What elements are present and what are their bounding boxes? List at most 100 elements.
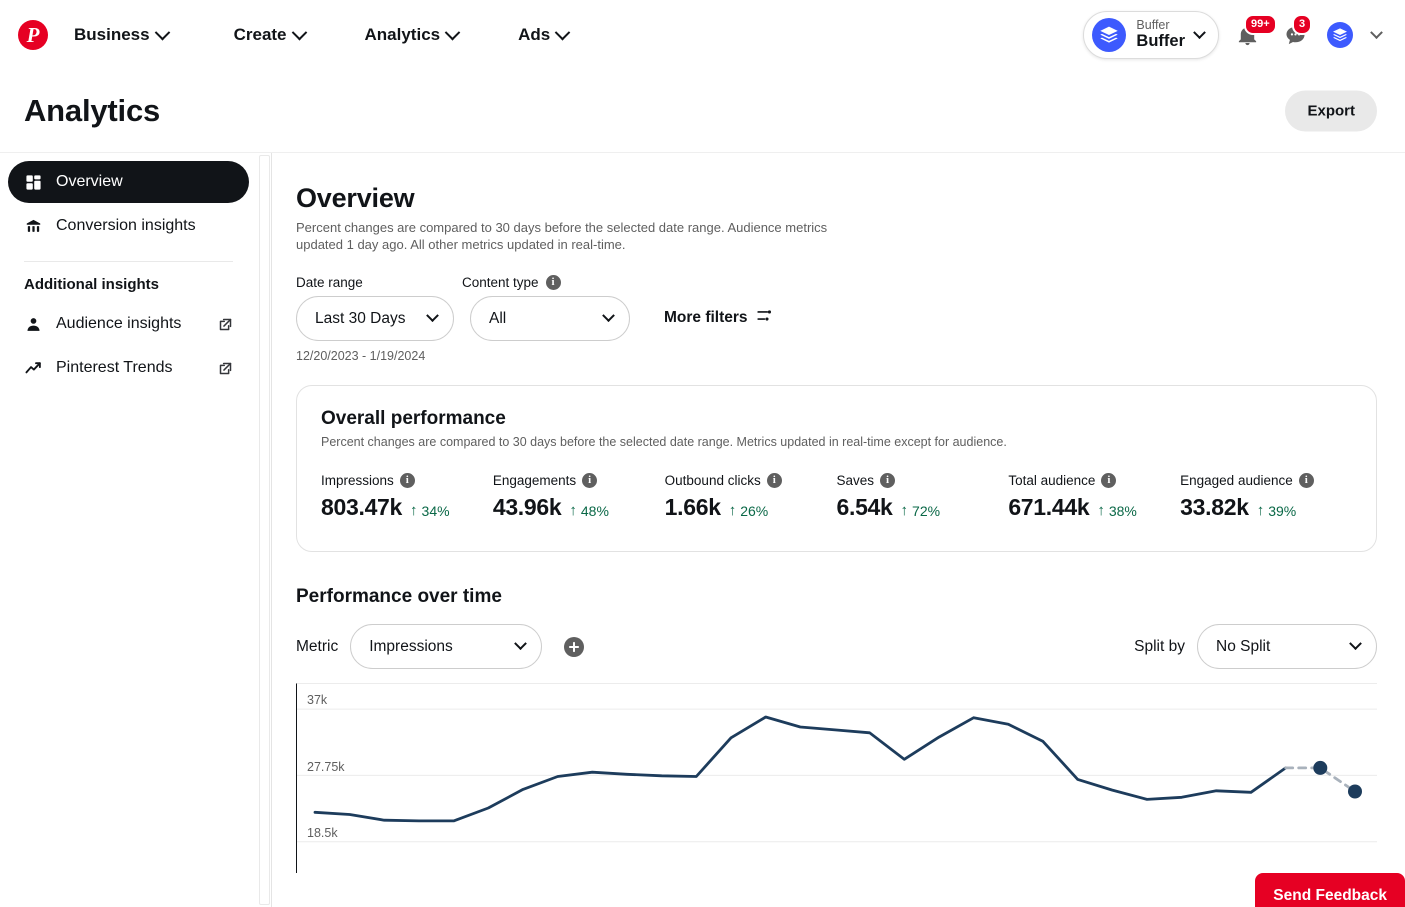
sidebar-item-audience-insights-label: Audience insights [56,315,182,332]
overall-performance-subtitle: Percent changes are compared to 30 days … [321,435,1007,450]
nav-item-business-label: Business [74,25,150,44]
metric-saves: Saves i 6.54k ↑ 72% [836,473,1008,521]
metric-value: 671.44k [1008,494,1090,521]
sidebar-section-heading: Additional insights [24,276,159,293]
nav-item-ads[interactable]: Ads [504,17,582,53]
avatar[interactable] [1327,22,1353,48]
page-body: Overview Conversion insights Additional … [0,152,1405,907]
metric-delta: ↑ 39% [1257,503,1297,519]
info-icon[interactable]: i [399,473,415,489]
sidebar-item-overview[interactable]: Overview [8,161,249,203]
buffer-layers-icon [1092,18,1127,52]
up-arrow-icon: ↑ [1256,502,1265,520]
metric-label: Engaged audience [1180,473,1293,489]
metric-value: 33.82k [1180,494,1249,521]
date-range-select[interactable]: Last 30 Days [296,296,454,342]
more-filters-button[interactable]: More filters [664,307,773,329]
content-type-label: Content type i [462,275,630,291]
metric-delta: ↑ 26% [729,503,769,519]
metric-delta-value: 34% [421,502,450,519]
up-arrow-icon: ↑ [900,502,909,520]
main-content: Overview Percent changes are compared to… [272,153,1405,907]
split-by-group: Split by No Split [1134,624,1377,670]
account-menu-button[interactable] [1363,22,1389,48]
chevron-down-icon [602,309,615,323]
sidebar: Overview Conversion insights Additional … [0,153,257,907]
metric-value-row: 671.44k ↑ 38% [1008,494,1180,521]
content-type-label-text: Content type [462,275,539,291]
info-icon[interactable]: i [1101,473,1117,489]
metric-label: Engagements [492,473,577,489]
metric-select-value: Impressions [369,637,453,655]
pinterest-logo-icon[interactable]: P [18,20,48,50]
metric-value-row: 6.54k ↑ 72% [836,494,1008,521]
chevron-down-icon [444,24,461,40]
nav-item-business[interactable]: Business [60,17,182,53]
scrollbar-track[interactable] [259,155,270,905]
account-name-bold: Buffer [1136,31,1185,50]
nav-item-create[interactable]: Create [220,17,319,53]
info-icon[interactable]: i [545,275,561,291]
split-by-select[interactable]: No Split [1197,624,1377,670]
sidebar-item-overview-label: Overview [56,173,123,190]
top-navigation-bar: P Business Create Analytics Ads Buffer B… [0,0,1405,70]
export-button[interactable]: Export [1285,90,1377,132]
sidebar-item-pinterest-trends[interactable]: Pinterest Trends [8,347,249,389]
info-icon[interactable]: i [1298,473,1314,489]
chevron-down-icon [554,24,571,40]
metric-name: Total audience i [1008,473,1180,489]
notifications-button[interactable]: 99+ [1227,14,1277,55]
metric-name: Impressions i [321,473,493,489]
info-icon[interactable]: i [766,473,782,489]
person-icon [24,315,42,333]
y-axis-tick-label: 37k [307,693,332,708]
account-switcher[interactable]: Buffer Buffer [1083,11,1219,59]
metric-name: Engagements i [492,473,665,489]
sidebar-item-conversion-insights-label: Conversion insights [56,217,196,234]
info-icon[interactable]: i [880,473,896,489]
up-arrow-icon: ↑ [728,502,737,520]
performance-chart[interactable]: 37k 27.75k 18.5k [296,683,1377,874]
nav-item-analytics[interactable]: Analytics [351,17,473,53]
metric-engagements: Engagements i 43.96k ↑ 48% [493,473,665,521]
content-type-select[interactable]: All [470,296,630,342]
account-names: Buffer Buffer [1136,19,1185,50]
info-icon[interactable]: i [582,473,598,489]
sidebar-item-audience-insights[interactable]: Audience insights [8,303,249,345]
metric-name: Saves i [836,473,1008,489]
more-filters-label: More filters [664,309,748,327]
y-axis-tick-label: 18.5k [307,825,342,840]
chevron-down-icon [154,24,170,40]
chevron-down-icon [514,637,528,651]
sidebar-divider [24,261,233,262]
send-feedback-button[interactable]: Send Feedback [1255,873,1405,907]
metric-total-audience: Total audience i 671.44k ↑ 38% [1008,473,1180,521]
top-nav-right: Buffer Buffer 99+ 3 [1083,0,1389,70]
sidebar-scrollbar[interactable] [257,153,272,907]
metric-delta-value: 26% [740,502,769,519]
metric-value: 43.96k [492,494,562,521]
page-title: Analytics [24,93,161,128]
plus-circle-icon[interactable] [564,636,585,657]
external-link-icon [218,317,233,332]
up-arrow-icon: ↑ [569,502,577,520]
metric-label: Total audience [1008,473,1096,489]
metrics-row: Impressions i 803.47k ↑ 34% Engagements [321,473,1352,521]
up-arrow-icon: ↑ [410,502,418,520]
metric-select[interactable]: Impressions [350,624,543,670]
split-by-label: Split by [1134,637,1185,655]
y-axis-tick-label: 27.75k [307,759,349,774]
performance-chart-svg [297,708,1377,843]
metric-value: 803.47k [321,494,403,521]
nav-item-create-label: Create [233,25,287,44]
metric-label: Outbound clicks [664,473,761,489]
metric-label: Impressions [321,473,394,489]
overview-description: Percent changes are compared to 30 days … [296,220,828,252]
nav-item-ads-label: Ads [518,25,551,44]
metric-engaged-audience: Engaged audience i 33.82k ↑ 39% [1180,473,1352,521]
overall-performance-card: Overall performance Percent changes are … [296,385,1377,553]
sliders-icon [756,307,773,329]
metric-name: Outbound clicks i [664,473,837,489]
messages-button[interactable]: 3 [1275,14,1315,55]
sidebar-item-conversion-insights[interactable]: Conversion insights [8,205,249,247]
